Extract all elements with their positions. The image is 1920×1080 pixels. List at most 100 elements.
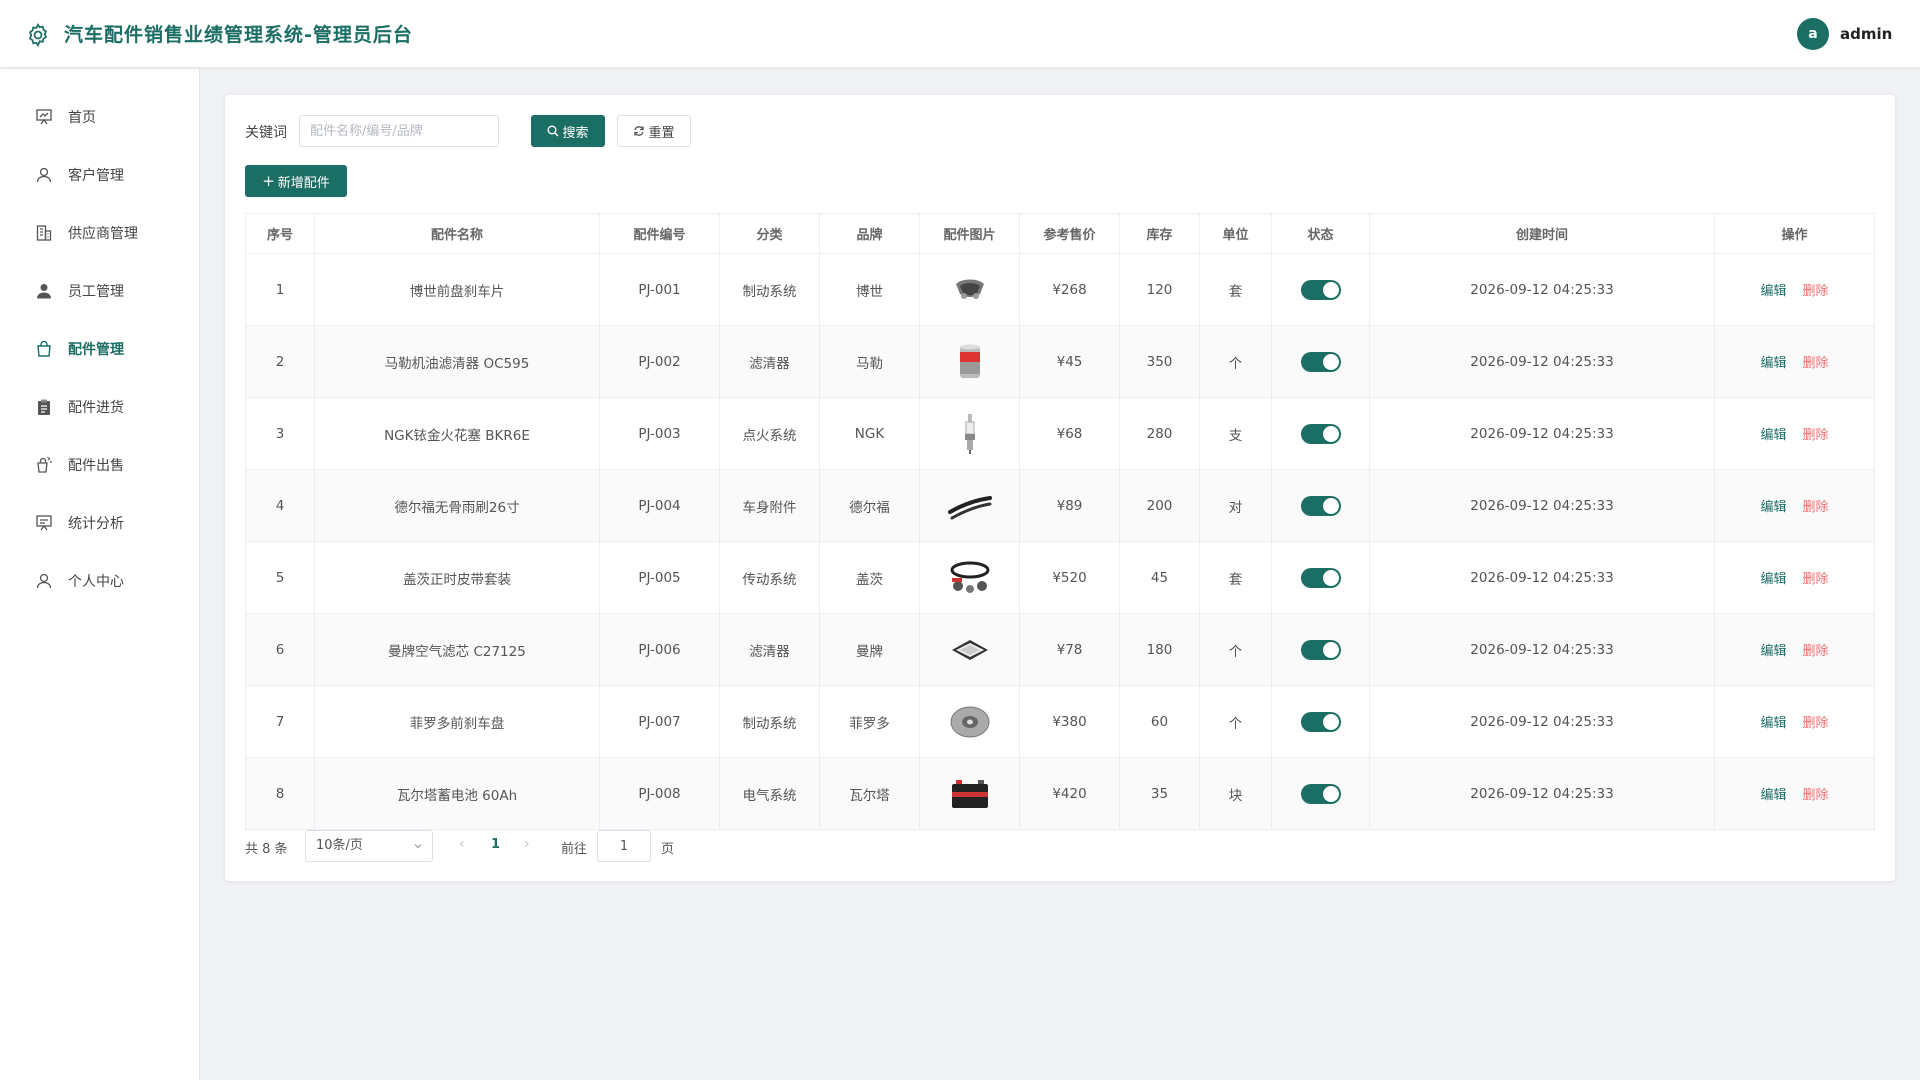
goto-label: 前往	[561, 842, 588, 857]
cell-price: ¥78	[1019, 613, 1120, 686]
sidebar-item-sales[interactable]: 配件出售	[0, 440, 199, 490]
part-thumbnail[interactable]	[946, 698, 994, 746]
cell-unit: 对	[1199, 469, 1272, 542]
part-thumbnail[interactable]	[946, 770, 994, 818]
delete-button[interactable]: 删除	[1803, 356, 1829, 371]
status-toggle[interactable]	[1300, 279, 1341, 300]
cell-status	[1271, 541, 1370, 614]
status-toggle[interactable]	[1300, 639, 1341, 660]
delete-button[interactable]: 删除	[1803, 788, 1829, 803]
part-thumbnail[interactable]	[946, 410, 994, 458]
edit-button[interactable]: 编辑	[1760, 500, 1786, 515]
delete-button[interactable]: 删除	[1803, 644, 1829, 659]
part-thumbnail[interactable]	[946, 554, 994, 602]
cell-status	[1271, 613, 1370, 686]
cell-part-name: NGK铱金火花塞 BKR6E	[314, 397, 600, 470]
cell-created-time: 2026-09-12 04:25:33	[1369, 253, 1715, 326]
sidebar-item-suppliers[interactable]: 供应商管理	[0, 208, 199, 258]
table-row: 3 NGK铱金火花塞 BKR6E PJ-003 点火系统 NGK ¥68 280 支 2026-…	[245, 397, 1875, 470]
delete-button[interactable]: 删除	[1803, 284, 1829, 299]
cell-brand: 马勒	[819, 325, 920, 398]
cell-status	[1271, 685, 1370, 758]
cell-created-time: 2026-09-12 04:25:33	[1369, 613, 1715, 686]
cell-brand: 盖茨	[819, 541, 920, 614]
delete-button[interactable]: 删除	[1803, 428, 1829, 443]
cell-unit: 支	[1199, 397, 1272, 470]
search-button[interactable]: 搜索	[531, 115, 605, 147]
page-number-current[interactable]: 1	[491, 837, 500, 852]
delete-button[interactable]: 删除	[1803, 572, 1829, 587]
table-row: 2 马勒机油滤清器 OC595 PJ-002 滤清器 马勒 ¥45 350 个 2026-09-…	[245, 325, 1875, 398]
edit-button[interactable]: 编辑	[1760, 356, 1786, 371]
part-thumbnail[interactable]	[946, 482, 994, 530]
part-thumbnail[interactable]	[946, 626, 994, 674]
sidebar-item-parts[interactable]: 配件管理	[0, 324, 199, 374]
cell-part-code: PJ-006	[599, 613, 720, 686]
cell-stock: 180	[1119, 613, 1200, 686]
cell-price: ¥268	[1019, 253, 1120, 326]
cell-price: ¥89	[1019, 469, 1120, 542]
plus-icon: +	[262, 171, 275, 190]
cell-index: 8	[245, 757, 315, 830]
column-header: 操作	[1714, 213, 1875, 254]
cell-created-time: 2026-09-12 04:25:33	[1369, 469, 1715, 542]
cell-part-name: 曼牌空气滤芯 C27125	[314, 613, 600, 686]
delete-button[interactable]: 删除	[1803, 500, 1829, 515]
goto-page-input[interactable]	[597, 830, 651, 862]
cell-status	[1271, 253, 1370, 326]
person-filled-icon	[37, 284, 51, 299]
table-row: 4 德尔福无骨雨刷26寸 PJ-004 车身附件 德尔福 ¥89 200 对 2026-09-1…	[245, 469, 1875, 542]
column-header: 单位	[1199, 213, 1272, 254]
cell-part-name: 博世前盘刹车片	[314, 253, 600, 326]
building-icon	[36, 225, 52, 241]
cell-part-name: 瓦尔塔蓄电池 60Ah	[314, 757, 600, 830]
next-page-button[interactable]: ›	[524, 836, 530, 852]
cell-index: 1	[245, 253, 315, 326]
delete-button[interactable]: 删除	[1803, 716, 1829, 731]
edit-button[interactable]: 编辑	[1760, 428, 1786, 443]
cell-unit: 个	[1199, 685, 1272, 758]
sidebar-item-statistics[interactable]: 统计分析	[0, 498, 199, 548]
cell-actions: 编辑 删除	[1714, 325, 1875, 398]
sidebar-item-purchase[interactable]: 配件进货	[0, 382, 199, 432]
table-header-row: 序号 配件名称 配件编号 分类 品牌 配件图片 参考售价 库存 单位 状态 创建…	[245, 213, 1875, 254]
prev-page-button[interactable]: ‹	[459, 836, 465, 852]
sidebar-item-home[interactable]: 首页	[0, 92, 199, 142]
status-toggle[interactable]	[1300, 783, 1341, 804]
column-header: 参考售价	[1019, 213, 1120, 254]
edit-button[interactable]: 编辑	[1760, 644, 1786, 659]
cell-brand: 博世	[819, 253, 920, 326]
edit-button[interactable]: 编辑	[1760, 284, 1786, 299]
edit-button[interactable]: 编辑	[1760, 716, 1786, 731]
status-toggle[interactable]	[1300, 495, 1341, 516]
sidebar-item-customers[interactable]: 客户管理	[0, 150, 199, 200]
sidebar-item-label: 配件进货	[68, 400, 124, 416]
edit-button[interactable]: 编辑	[1760, 572, 1786, 587]
cell-actions: 编辑 删除	[1714, 469, 1875, 542]
add-part-button-label: 新增配件	[277, 175, 330, 191]
status-toggle[interactable]	[1300, 567, 1341, 588]
column-header: 分类	[719, 213, 820, 254]
user-name[interactable]: admin	[1840, 25, 1892, 43]
status-toggle[interactable]	[1300, 423, 1341, 444]
sidebar-item-profile[interactable]: 个人中心	[0, 556, 199, 606]
edit-button[interactable]: 编辑	[1760, 788, 1786, 803]
page-size-select[interactable]: 10条/页	[305, 830, 433, 862]
reset-button[interactable]: 重置	[617, 115, 691, 147]
part-thumbnail[interactable]	[946, 266, 994, 314]
sidebar-item-label: 首页	[68, 110, 96, 126]
sell-icon	[37, 457, 52, 473]
cell-image	[919, 685, 1020, 758]
sidebar-item-label: 个人中心	[68, 574, 124, 590]
part-thumbnail[interactable]	[946, 338, 994, 386]
avatar[interactable]: a	[1797, 18, 1829, 50]
sidebar-item-employees[interactable]: 员工管理	[0, 266, 199, 316]
status-toggle[interactable]	[1300, 711, 1341, 732]
add-part-button[interactable]: + 新增配件	[245, 165, 347, 197]
chevron-down-icon	[414, 844, 422, 849]
reset-button-label: 重置	[648, 125, 675, 141]
status-toggle[interactable]	[1300, 351, 1341, 372]
keyword-input[interactable]	[299, 115, 499, 147]
table-row: 1 博世前盘刹车片 PJ-001 制动系统 博世 ¥268 120 套 2026-09-12 0…	[245, 253, 1875, 326]
chart-board-icon	[36, 515, 52, 531]
